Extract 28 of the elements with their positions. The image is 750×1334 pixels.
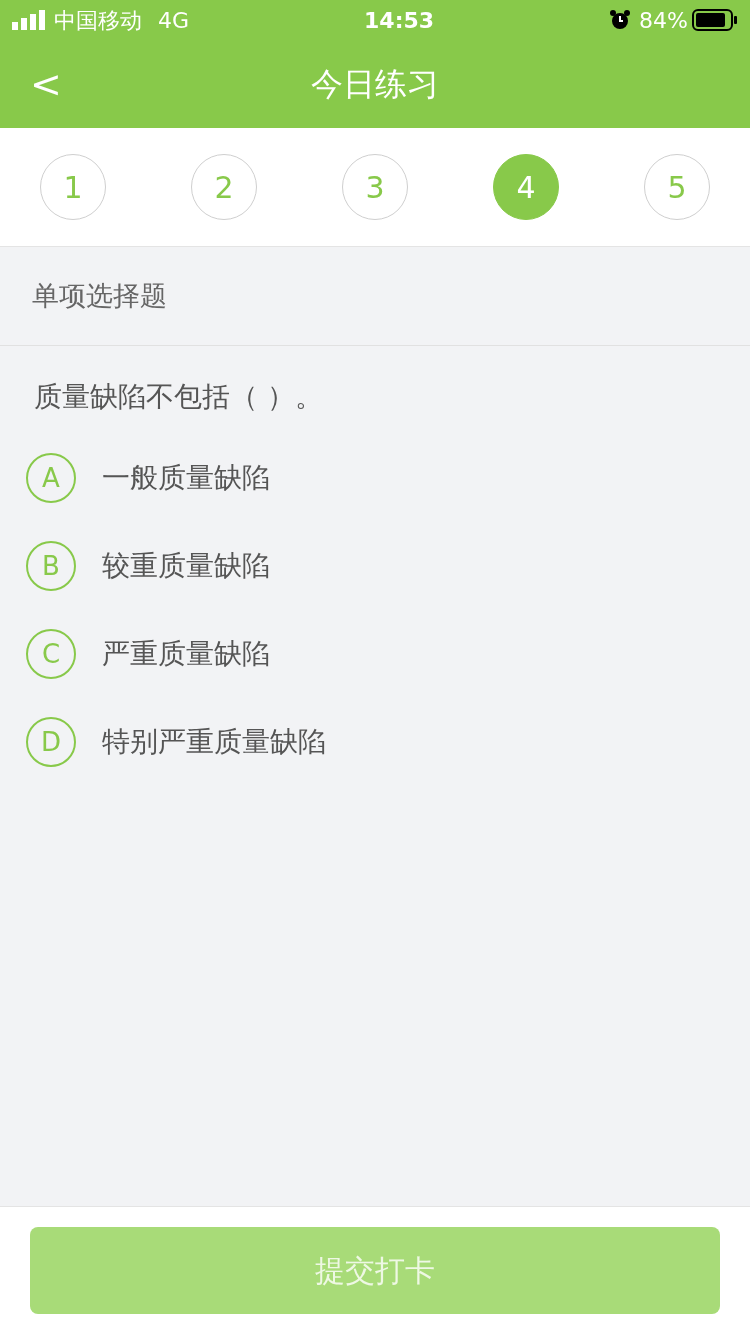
answer-option[interactable]: C 严重质量缺陷 [26,629,270,679]
question-number[interactable]: 1 [40,154,106,220]
option-text: 严重质量缺陷 [102,636,270,672]
answer-option[interactable]: B 较重质量缺陷 [26,541,270,591]
option-letter: C [26,629,76,679]
signal-icon [12,10,46,30]
page-title: 今日练习 [311,64,439,105]
option-letter: B [26,541,76,591]
answer-option[interactable]: A 一般质量缺陷 [26,453,270,503]
answer-option[interactable]: D 特别严重质量缺陷 [26,717,326,767]
question-number[interactable]: 4 [493,154,559,220]
back-button[interactable]: < [22,61,70,107]
option-text: 一般质量缺陷 [102,460,270,496]
question-text: 质量缺陷不包括（ ）。 [33,379,324,415]
question-number[interactable]: 3 [342,154,408,220]
carrier-name: 中国移动 [54,6,142,35]
option-text: 较重质量缺陷 [102,548,270,584]
status-time: 14:53 [364,6,435,35]
option-text: 特别严重质量缺陷 [102,724,326,760]
option-letter: D [26,717,76,767]
option-letter: A [26,453,76,503]
battery-icon [692,9,738,31]
question-number[interactable]: 2 [191,154,257,220]
battery-percent: 84% [639,6,688,35]
network-type: 4G [158,6,190,35]
question-number[interactable]: 5 [644,154,710,220]
alarm-icon [609,9,632,31]
section-header: 单项选择题 [0,247,750,346]
